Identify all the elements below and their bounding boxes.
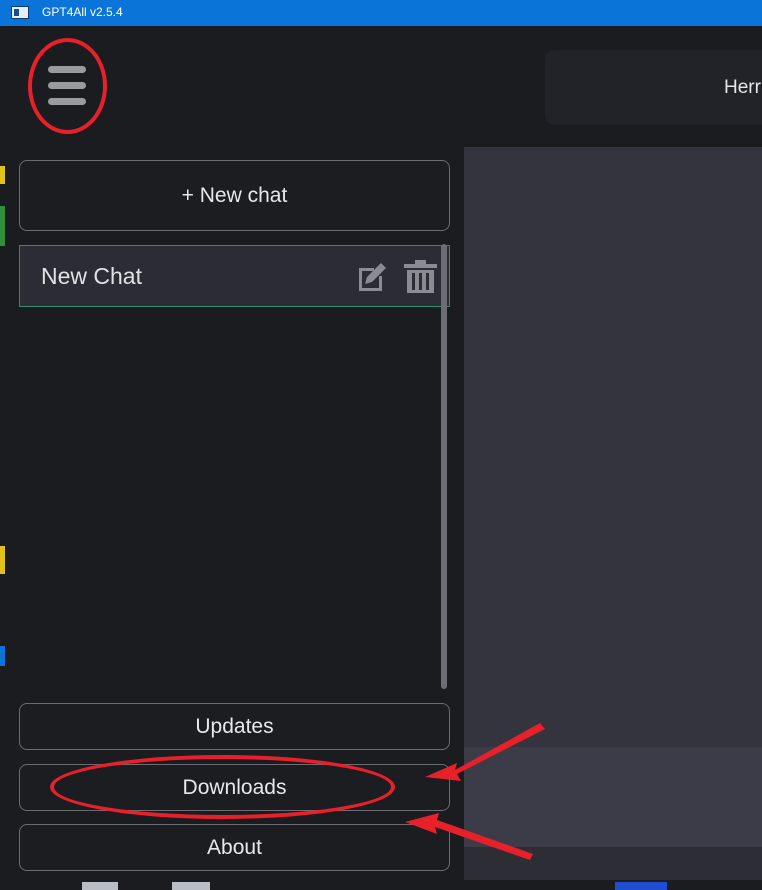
edge-mark: [0, 646, 5, 666]
annotation-arrows: [405, 723, 545, 860]
menu-bar-line: [48, 66, 86, 73]
menu-bar-line: [48, 98, 86, 105]
new-chat-button[interactable]: + New chat: [19, 160, 450, 231]
taskbar-item: [82, 882, 118, 890]
model-header-card[interactable]: Herr: [545, 50, 762, 125]
edge-mark: [0, 206, 5, 246]
updates-button[interactable]: Updates: [19, 703, 450, 750]
edge-mark: [0, 546, 5, 574]
chat-item-label: New Chat: [41, 263, 142, 289]
header-partial-text: Herr: [724, 77, 761, 98]
annotation-arrow-about: [405, 813, 533, 860]
chat-list-scrollbar[interactable]: [441, 244, 447, 689]
about-button[interactable]: About: [19, 824, 450, 871]
annotation-arrow-downloads: [425, 723, 545, 781]
chat-list-item[interactable]: New Chat: [19, 245, 450, 307]
taskbar-item: [172, 882, 210, 890]
window-titlebar: GPT4All v2.5.4: [0, 0, 762, 26]
chat-content-area: [464, 147, 762, 747]
hamburger-menu-icon[interactable]: [48, 60, 86, 112]
window-title: GPT4All v2.5.4: [42, 5, 123, 19]
taskbar-item: [615, 882, 667, 890]
menu-bar-line: [48, 82, 86, 89]
edge-mark: [0, 166, 5, 184]
downloads-button[interactable]: Downloads: [19, 764, 450, 811]
trash-icon[interactable]: [403, 259, 438, 294]
app-icon: [11, 6, 29, 19]
edit-icon[interactable]: [356, 261, 388, 293]
